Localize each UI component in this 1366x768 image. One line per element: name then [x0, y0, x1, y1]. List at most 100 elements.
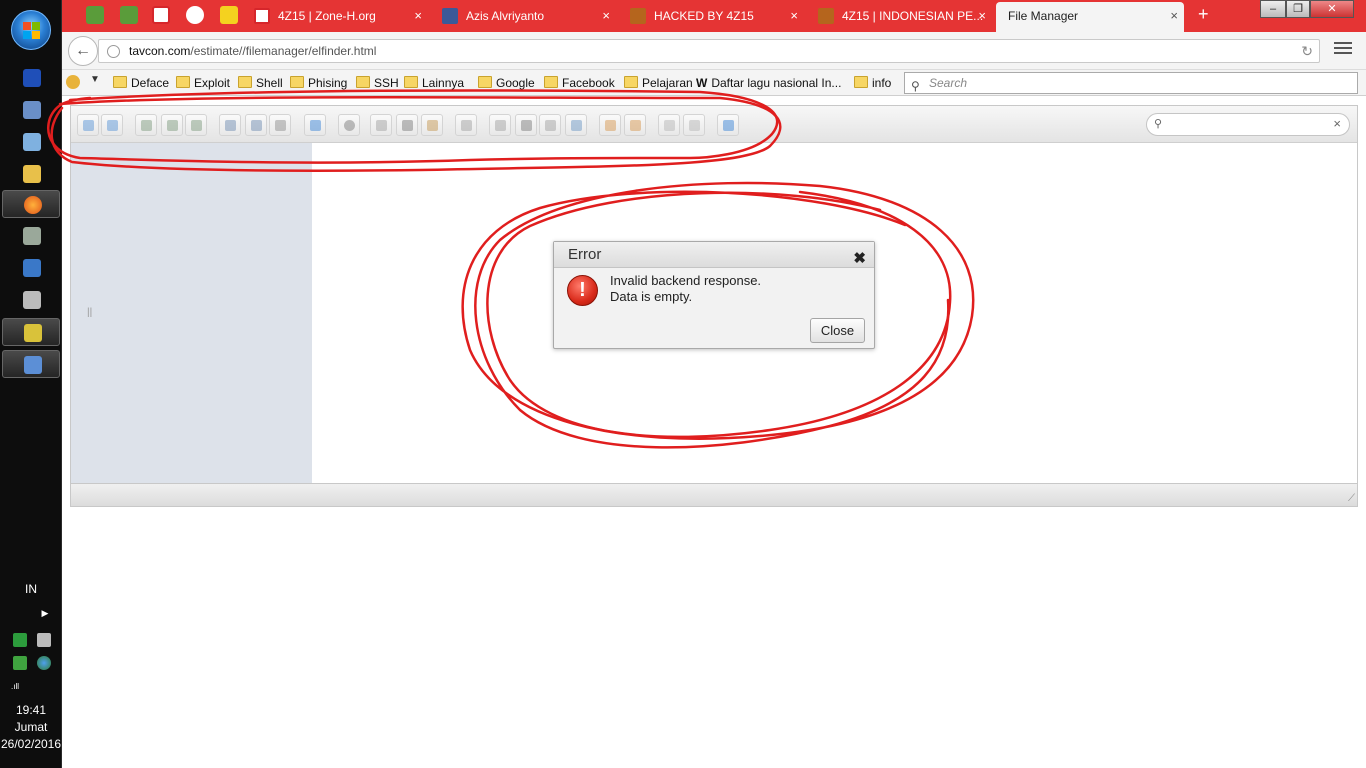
paste-icon[interactable] [421, 114, 443, 136]
error-icon: ! [567, 275, 598, 306]
close-tab-icon[interactable]: × [790, 2, 798, 30]
taskbar-item-app[interactable] [2, 286, 60, 314]
resize-corner-icon[interactable]: ⟋ [1348, 493, 1355, 504]
tray-app2-icon[interactable] [37, 633, 51, 647]
elfinder-search-input[interactable]: ⚲ × [1146, 113, 1350, 136]
upload-icon[interactable] [269, 114, 291, 136]
bookmark-folder[interactable]: Phising [290, 76, 347, 90]
windows-start-button[interactable] [11, 10, 51, 50]
mkdir-icon[interactable] [219, 114, 241, 136]
tab-indonesian[interactable]: 4Z15 | INDONESIAN PE... × [806, 2, 992, 32]
tab-facebook[interactable]: Azis Alvriyanto × [430, 2, 616, 32]
bookmark-link[interactable]: W Daftar lagu nasional In... [696, 76, 841, 90]
extract-icon[interactable] [599, 114, 621, 136]
up-icon[interactable] [161, 114, 183, 136]
bookmarks-bar: ▼ Deface Exploit Shell Phising SSH Lainn… [62, 70, 1366, 96]
rename-icon[interactable] [515, 114, 537, 136]
clock-time[interactable]: 19:41 [0, 703, 62, 717]
taskbar-item-mail[interactable] [2, 64, 60, 92]
profile-face-icon[interactable] [66, 75, 80, 89]
resize-icon[interactable] [565, 114, 587, 136]
elfinder-toolbar: ⚲ × [71, 106, 1357, 143]
taskbar-item-network[interactable] [2, 254, 60, 282]
open-icon[interactable] [304, 114, 326, 136]
pinned-tab-garuda-icon[interactable] [86, 6, 104, 24]
pinned-tab-google-icon[interactable] [186, 6, 204, 24]
bookmark-folder[interactable]: Shell [238, 76, 283, 90]
quicklook-icon[interactable] [338, 114, 360, 136]
garuda-icon [630, 8, 646, 24]
taskbar-item-computer[interactable] [2, 128, 60, 156]
resize-grip-icon[interactable]: || [87, 307, 92, 318]
bookmark-folder[interactable]: Facebook [544, 76, 615, 90]
taskbar-item-document[interactable] [2, 96, 60, 124]
close-icon[interactable]: ✖ [853, 246, 866, 272]
close-tab-icon[interactable]: × [1170, 2, 1178, 30]
pinned-tab-garuda2-icon[interactable] [120, 6, 138, 24]
copy-icon[interactable] [370, 114, 392, 136]
tray-network-icon[interactable] [37, 656, 51, 670]
back-icon[interactable] [77, 114, 99, 136]
garuda-icon [818, 8, 834, 24]
home-icon[interactable] [135, 114, 157, 136]
taskbar-item-firefox[interactable] [2, 190, 60, 218]
taskbar-item-tool[interactable] [2, 222, 60, 250]
tray-expand-icon[interactable]: ▶ [14, 608, 76, 619]
mkfile-icon[interactable] [245, 114, 267, 136]
pinned-tab-zone-h-icon[interactable] [152, 6, 170, 24]
window-controls: – ❐ ✕ [1260, 0, 1354, 18]
bookmark-folder[interactable]: SSH [356, 76, 399, 90]
bookmark-folder[interactable]: Exploit [176, 76, 230, 90]
elfinder-navbar[interactable]: || [71, 143, 312, 483]
close-tab-icon[interactable]: × [978, 2, 986, 30]
clock-date[interactable]: 26/02/2016 [0, 737, 62, 751]
bookmark-folder[interactable]: Pelajaran [624, 76, 693, 90]
bookmark-folder[interactable]: Google [478, 76, 535, 90]
folder-icon [854, 76, 868, 88]
url-bar[interactable]: tavcon.com/estimate//filemanager/elfinde… [98, 39, 1320, 63]
edit-icon[interactable] [539, 114, 561, 136]
clear-search-icon[interactable]: × [1333, 116, 1341, 131]
browser-search-box[interactable]: ⚲ Search [904, 72, 1358, 94]
error-message-line: Data is empty. [610, 289, 693, 304]
forward-icon[interactable] [101, 114, 123, 136]
close-tab-icon[interactable]: × [602, 2, 610, 30]
close-button[interactable]: Close [810, 318, 865, 343]
hamburger-menu-icon[interactable] [1334, 42, 1352, 56]
sort-icon[interactable] [683, 114, 705, 136]
archive-icon[interactable] [624, 114, 646, 136]
bookmark-folder[interactable]: Lainnya [404, 76, 464, 90]
tab-zone-h[interactable]: 4Z15 | Zone-H.org × [242, 2, 428, 32]
minimize-button[interactable]: – [1260, 0, 1286, 18]
reload-icon[interactable]: ↻ [1301, 40, 1313, 62]
help-icon[interactable] [717, 114, 739, 136]
signal-strength-icon[interactable]: .ıll [0, 682, 46, 691]
rm-icon[interactable] [455, 114, 477, 136]
clock-day[interactable]: Jumat [0, 720, 62, 734]
error-dialog: Error ✖ ! Invalid backend response. Data… [553, 241, 875, 349]
duplicate-icon[interactable] [489, 114, 511, 136]
close-tab-icon[interactable]: × [414, 2, 422, 30]
view-icon[interactable] [658, 114, 680, 136]
folder-icon [238, 76, 252, 88]
tray-app-icon[interactable] [13, 633, 27, 647]
pinned-tab-warning-icon[interactable] [220, 6, 238, 24]
bookmark-folder[interactable]: info [854, 76, 891, 90]
cut-icon[interactable] [396, 114, 418, 136]
taskbar-item-explorer[interactable] [2, 160, 60, 188]
tray-security-icon[interactable] [13, 656, 27, 670]
chevron-down-icon[interactable]: ▼ [90, 74, 100, 85]
tab-file-manager[interactable]: File Manager × [996, 2, 1184, 32]
taskbar-item-paint[interactable] [2, 350, 60, 378]
close-window-button[interactable]: ✕ [1310, 0, 1354, 18]
dialog-titlebar[interactable]: Error ✖ [554, 242, 874, 268]
reload-icon[interactable] [185, 114, 207, 136]
bookmark-folder[interactable]: Deface [113, 76, 169, 90]
back-button[interactable]: ← [68, 36, 98, 66]
windows-logo-icon [23, 22, 41, 40]
maximize-button[interactable]: ❐ [1286, 0, 1310, 18]
language-indicator[interactable]: IN [0, 582, 62, 596]
taskbar-item-7zip[interactable] [2, 318, 60, 346]
tab-hacked[interactable]: HACKED BY 4Z15 × [618, 2, 804, 32]
new-tab-button[interactable]: + [1198, 4, 1209, 25]
